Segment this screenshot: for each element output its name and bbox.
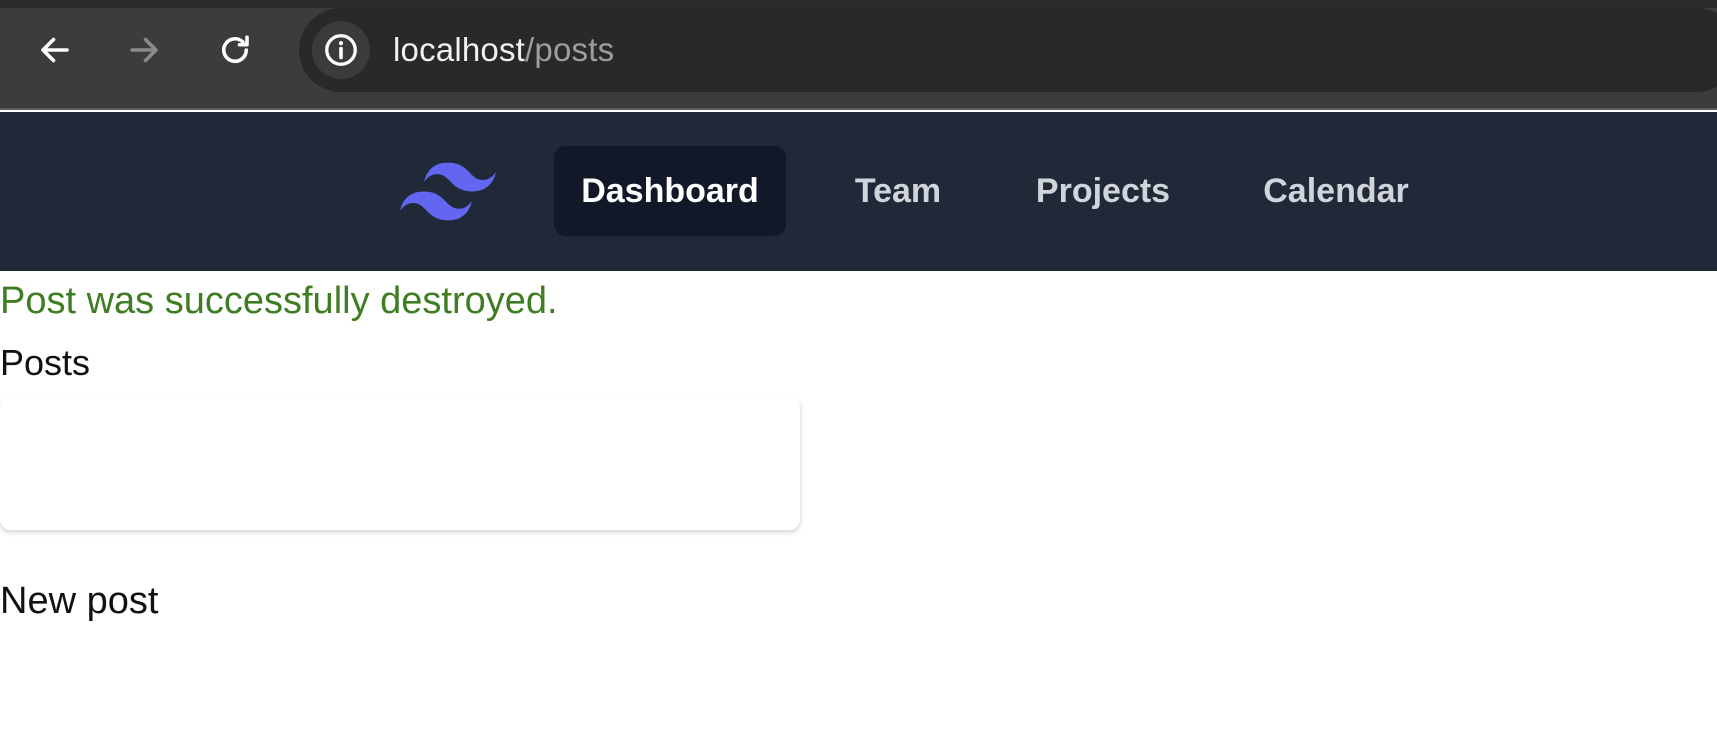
reload-button[interactable]	[207, 22, 263, 78]
nav-link-calendar[interactable]: Calendar	[1252, 146, 1420, 236]
forward-button[interactable]	[116, 22, 172, 78]
url-path: /posts	[525, 31, 615, 68]
reload-icon	[221, 35, 249, 64]
page-title: Posts	[0, 342, 91, 383]
tailwind-logo-icon[interactable]	[400, 160, 496, 224]
arrow-left-icon	[41, 37, 69, 63]
arrow-right-icon	[130, 37, 158, 63]
url-host: localhost	[393, 31, 526, 68]
info-icon	[325, 34, 357, 66]
site-info-button[interactable]	[312, 21, 370, 79]
nav-link-dashboard[interactable]: Dashboard	[554, 146, 786, 236]
address-bar[interactable]: localhost/posts	[299, 8, 1717, 92]
nav-link-team[interactable]: Team	[840, 146, 956, 236]
browser-toolbar: localhost/posts	[0, 0, 1717, 110]
main-navbar: Dashboard Team Projects Calendar	[0, 112, 1717, 271]
back-button[interactable]	[27, 22, 83, 78]
flash-notice: Post was successfully destroyed.	[0, 280, 558, 322]
nav-link-projects[interactable]: Projects	[1022, 146, 1184, 236]
posts-list-card	[0, 396, 800, 530]
url-text[interactable]: localhost/posts	[393, 8, 614, 92]
new-post-link[interactable]: New post	[0, 580, 158, 623]
tab-strip	[0, 0, 1717, 8]
